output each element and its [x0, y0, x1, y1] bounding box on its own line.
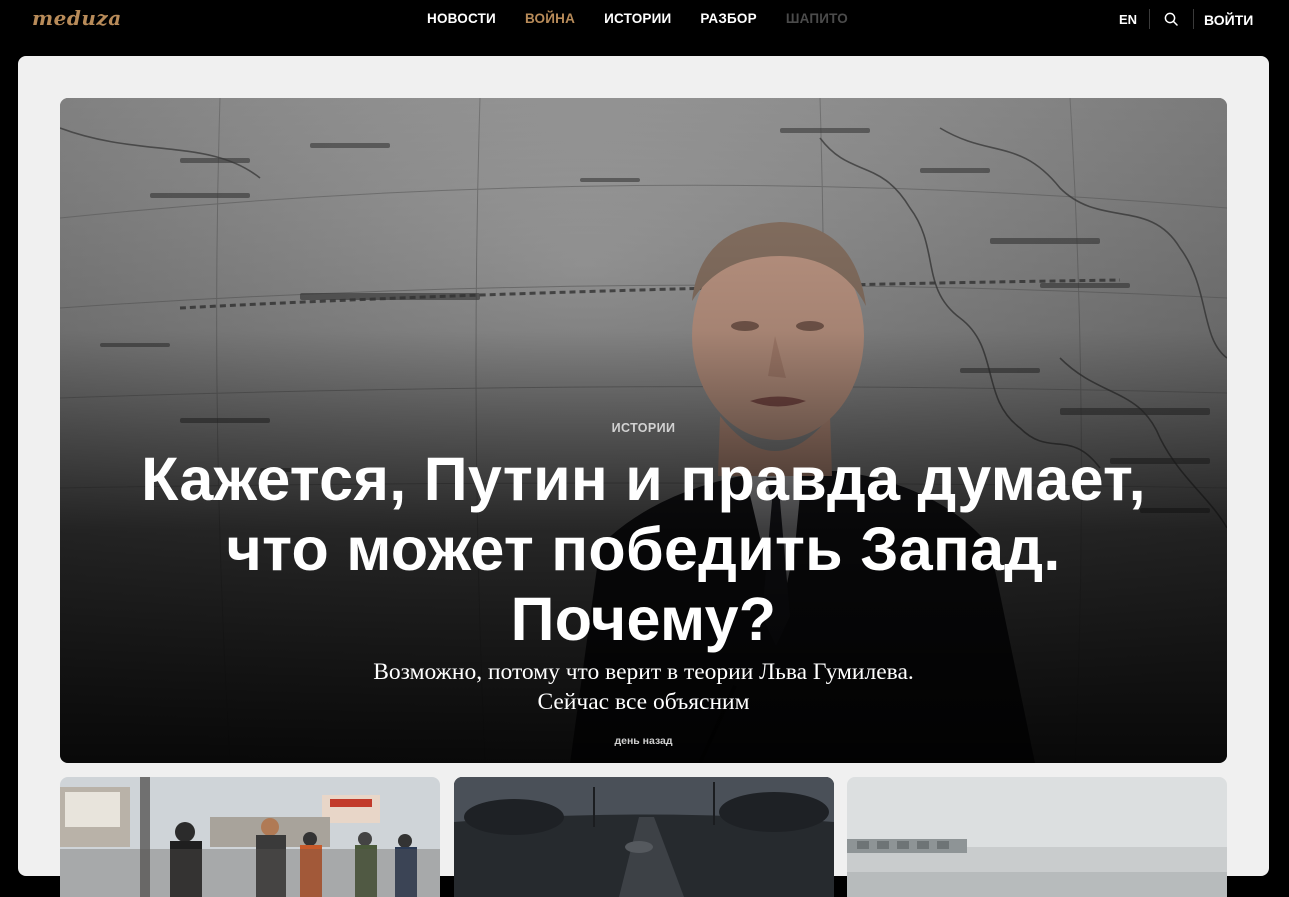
- story-timestamp: день назад: [614, 735, 673, 747]
- story-card[interactable]: [847, 777, 1227, 897]
- hero-subtitle: Возможно, потому что верит в теории Льва…: [240, 657, 1047, 717]
- divider: [1149, 9, 1150, 29]
- meduza-logo[interactable]: meduza: [32, 6, 122, 30]
- content-panel: ИСТОРИИ Кажется, Путин и правда думает, …: [18, 56, 1269, 897]
- hero-text-block: ИСТОРИИ Кажется, Путин и правда думает, …: [60, 98, 1227, 763]
- login-button[interactable]: ВОЙТИ: [1204, 12, 1253, 28]
- hero-headline[interactable]: Кажется, Путин и правда думает, что може…: [120, 444, 1167, 654]
- top-bar: meduza НОВОСТИ ВОЙНА ИСТОРИИ РАЗБОР ШАПИ…: [0, 0, 1289, 38]
- hero-subtitle-line: Сейчас все объясним: [537, 689, 750, 715]
- story-card-image: [454, 777, 834, 897]
- nav-item-stories[interactable]: ИСТОРИИ: [604, 11, 671, 26]
- nav-item-war[interactable]: ВОЙНА: [525, 11, 575, 26]
- story-category-label[interactable]: ИСТОРИИ: [60, 421, 1227, 435]
- nav-item-analysis[interactable]: РАЗБОР: [700, 11, 756, 26]
- nav-item-shapito[interactable]: ШАПИТО: [786, 11, 848, 26]
- hero-story-card[interactable]: ИСТОРИИ Кажется, Путин и правда думает, …: [60, 98, 1227, 763]
- main-nav: НОВОСТИ ВОЙНА ИСТОРИИ РАЗБОР ШАПИТО: [420, 11, 848, 26]
- story-card-image: [60, 777, 440, 897]
- search-icon[interactable]: [1164, 12, 1178, 26]
- story-card[interactable]: [454, 777, 834, 897]
- header-tools: EN ВОЙТИ: [1089, 9, 1289, 31]
- language-switch[interactable]: EN: [1119, 12, 1137, 27]
- story-card-image: [847, 777, 1227, 897]
- story-card[interactable]: [60, 777, 440, 897]
- hero-subtitle-line: Возможно, потому что верит в теории Льва…: [373, 659, 914, 685]
- divider: [1193, 9, 1194, 29]
- nav-item-news[interactable]: НОВОСТИ: [427, 11, 496, 26]
